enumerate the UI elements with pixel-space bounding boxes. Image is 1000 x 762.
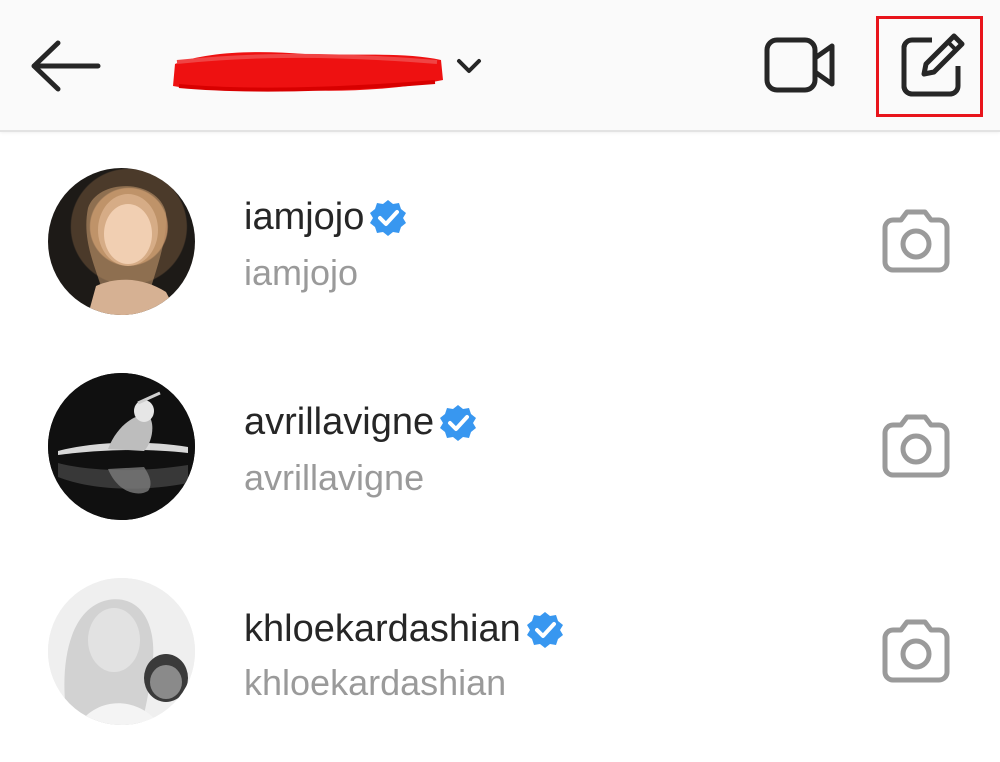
verified-badge-icon [440,404,477,441]
conversation-name: avrillavigne [244,401,478,444]
chevron-down-icon[interactable] [453,52,485,80]
conversation-row[interactable]: avrillavigne avrillavigne [0,355,1000,555]
avatar[interactable] [48,373,195,520]
verified-badge-icon [370,199,407,236]
top-bar [0,0,1000,132]
verified-badge-icon [526,611,563,648]
avatar[interactable] [48,168,195,315]
conversation-row[interactable]: iamjojo iamjojo [0,150,1000,350]
camera-icon[interactable] [879,413,953,479]
username-label: avrillavigne [244,401,435,443]
conversation-subtitle: iamjojo [244,252,359,293]
username-label: khloekardashian [244,608,521,650]
conversation-subtitle: avrillavigne [244,457,425,498]
camera-icon[interactable] [879,208,953,274]
avatar-photo [86,186,178,315]
avatar-photo [48,373,195,520]
conversation-name: iamjojo [244,196,408,239]
video-camera-icon[interactable] [762,34,836,96]
conversation-name: khloekardashian [244,608,565,651]
avatar-photo [48,578,195,725]
avatar[interactable] [48,578,195,725]
camera-icon[interactable] [879,618,953,684]
new-message-icon[interactable] [898,30,968,100]
conversation-row[interactable]: khloekardashian khloekardashian [0,562,1000,762]
username-label: iamjojo [244,196,365,238]
arrow-left-icon[interactable] [28,38,102,94]
redaction-scribble [173,52,443,92]
conversation-subtitle: khloekardashian [244,662,507,703]
